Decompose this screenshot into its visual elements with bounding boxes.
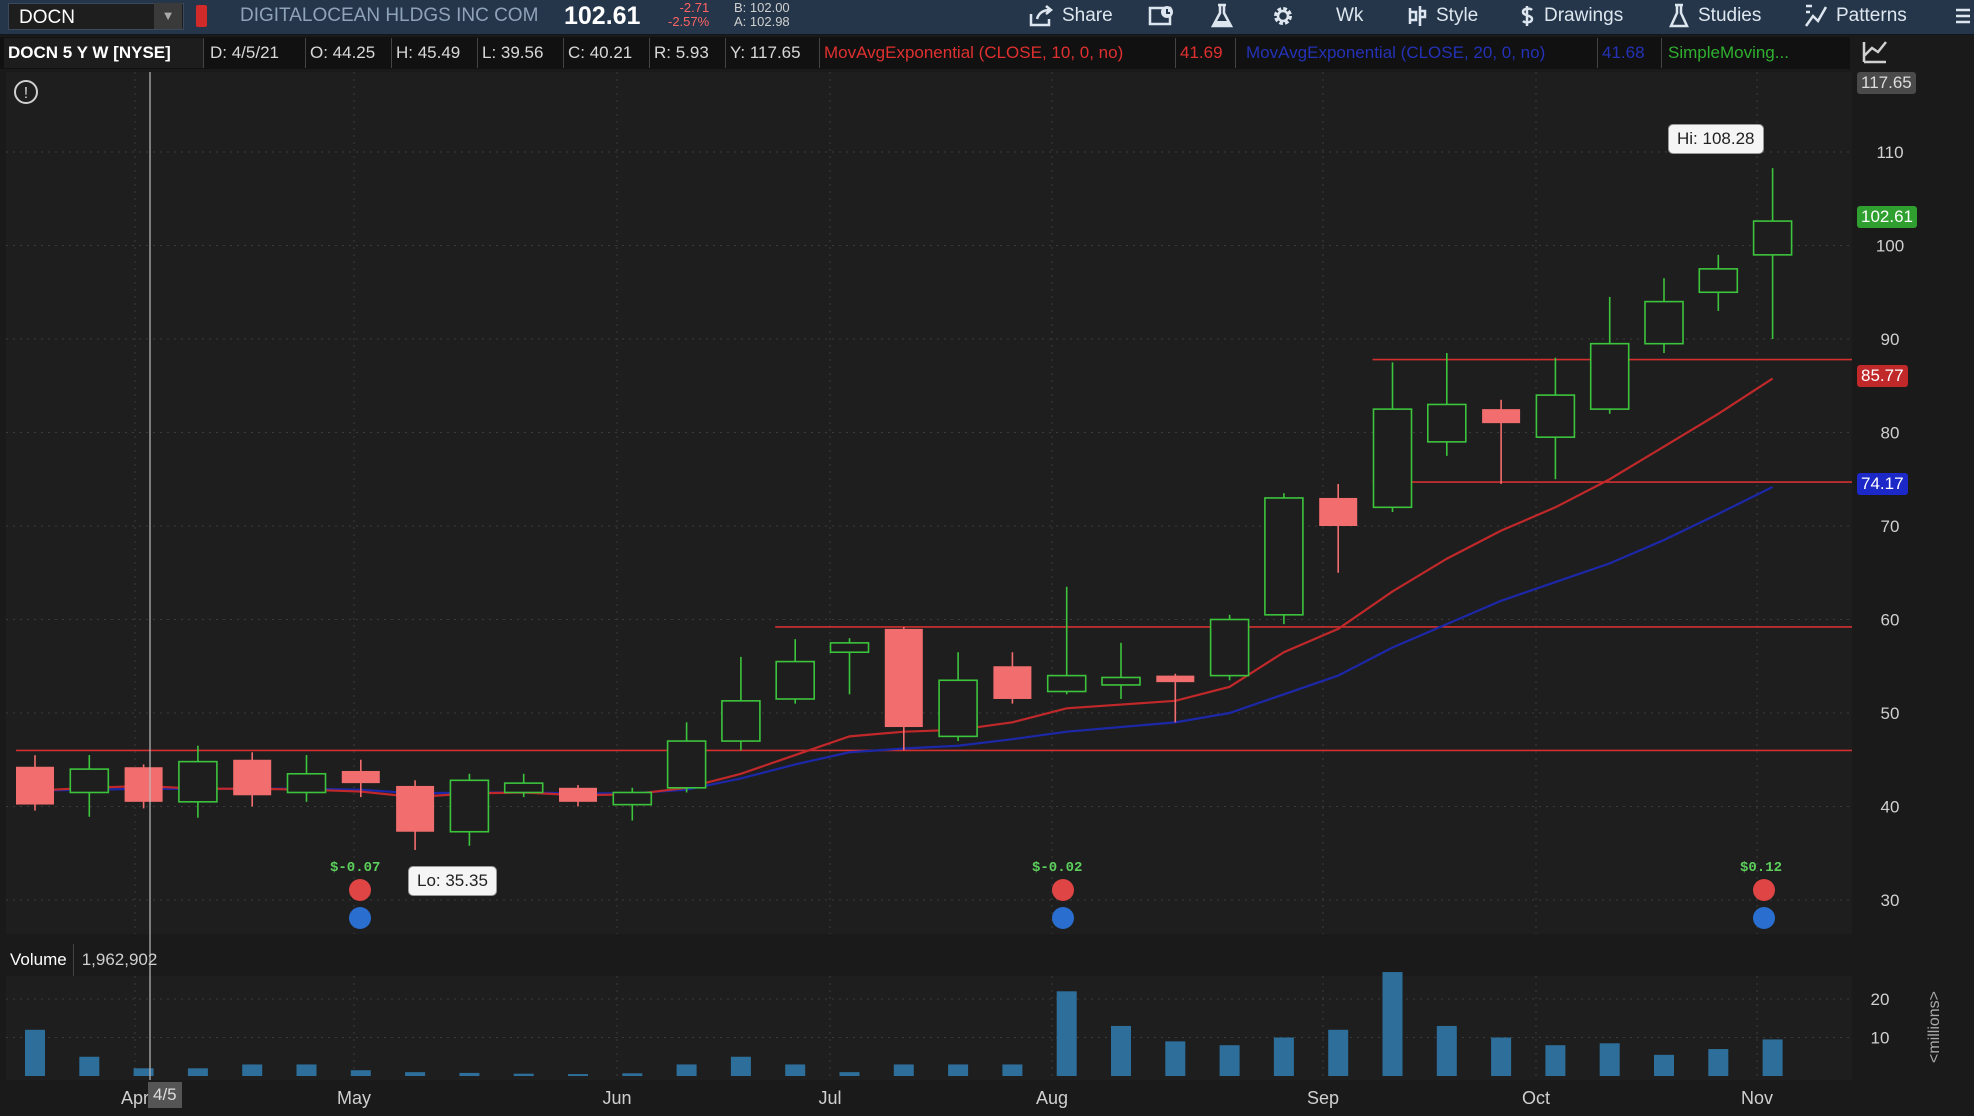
earnings-phone-icon — [1052, 879, 1074, 901]
volume-value: 1,962,902 — [81, 950, 158, 969]
earnings-marker[interactable] — [349, 879, 371, 929]
earnings-marker[interactable] — [1753, 879, 1775, 929]
earnings-bulb-icon — [1052, 907, 1074, 929]
earnings-phone-icon — [349, 879, 371, 901]
volume-header: Volume 1,962,902 — [4, 944, 165, 976]
earnings-phone-icon — [1753, 879, 1775, 901]
earnings-markers — [349, 879, 1775, 929]
crosshair-date-tag: 4/5 — [148, 1082, 182, 1108]
earnings-bulb-icon — [1753, 907, 1775, 929]
earnings-marker[interactable] — [1052, 879, 1074, 929]
earnings-bulb-icon — [349, 907, 371, 929]
volume-unit-label: <millions> — [1926, 990, 1943, 1064]
volume-label: Volume — [4, 944, 74, 976]
